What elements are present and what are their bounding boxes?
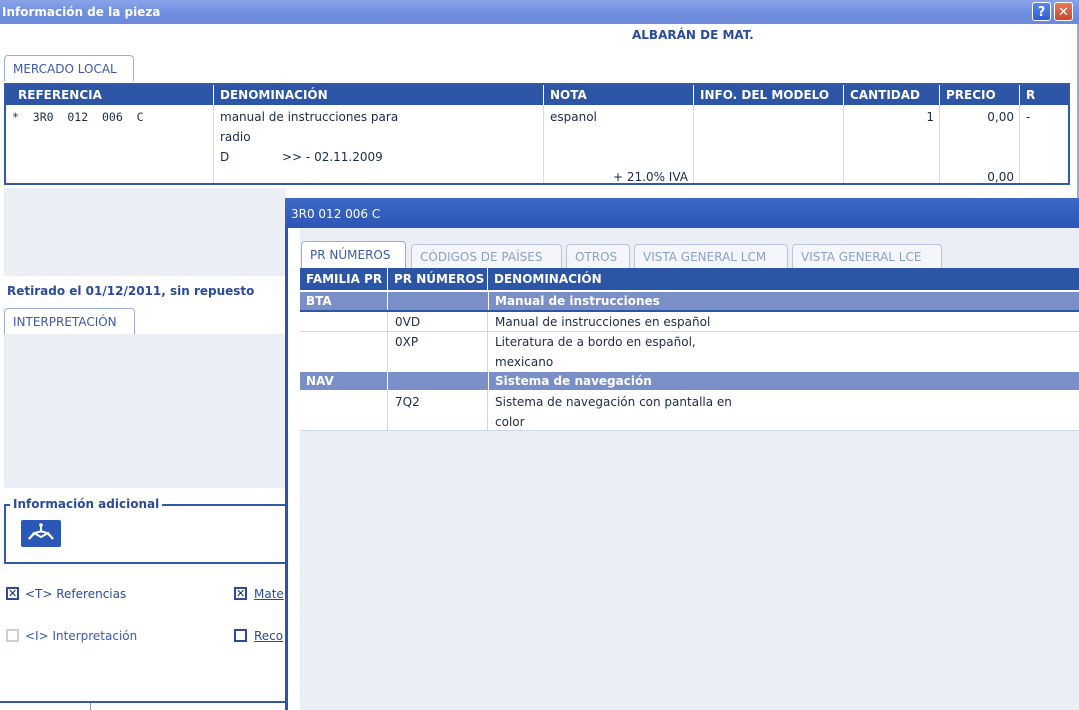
tab-interpretacion[interactable]: INTERPRETACIÓN (4, 308, 135, 334)
col-header-nota[interactable]: NOTA (544, 85, 694, 105)
group-divider (387, 292, 388, 310)
interpretacion-panel (4, 334, 286, 488)
part-denominacion-line2: radio (220, 130, 251, 144)
checkbox-interpretacion[interactable] (6, 629, 19, 642)
window-title: Información de la pieza (2, 5, 161, 19)
checkbox-interpretacion-label[interactable]: <I> Interpretación (25, 629, 137, 643)
col-header-referencia[interactable]: REFERENCIA (12, 85, 214, 105)
checkbox-recomendaciones-label[interactable]: Reco (254, 629, 283, 643)
iva-label: + 21.0% IVA (613, 170, 688, 184)
column-divider (693, 105, 694, 183)
column-divider (387, 390, 388, 431)
group-underline (300, 310, 1079, 312)
col-header-denominacion[interactable]: DENOMINACIÓN (214, 85, 544, 105)
pr-denominacion: Sistema de navegación con pantalla en (495, 395, 732, 409)
col-header-familia-pr[interactable]: FAMILIA PR (300, 268, 388, 290)
group-familia: BTA (306, 294, 332, 308)
part-nota: espanol (550, 110, 597, 124)
pr-denominacion-cont: color (495, 415, 525, 429)
group-divider (387, 372, 388, 390)
retired-status: Retirado el 01/12/2011, sin repuesto (7, 284, 255, 298)
col-header-r[interactable]: R (1020, 85, 1068, 105)
part-precio: 0,00 (987, 110, 1014, 124)
col-header-info-modelo[interactable]: INFO. DEL MODELO (694, 85, 844, 105)
column-divider (1019, 105, 1020, 183)
checkbox-recomendaciones[interactable] (234, 629, 247, 642)
tab-vista-general-lce[interactable]: VISTA GENERAL LCE (792, 244, 942, 268)
part-r: - (1026, 110, 1031, 124)
group-familia: NAV (306, 374, 334, 388)
pr-number[interactable]: 0XP (395, 335, 418, 349)
row-divider (300, 430, 1079, 431)
iva-precio: 0,00 (987, 170, 1014, 184)
col-header-precio[interactable]: PRECIO (940, 85, 1020, 105)
column-divider (387, 312, 388, 372)
column-divider (543, 105, 544, 183)
pr-denominacion: Manual de instrucciones en español (495, 315, 711, 329)
help-button[interactable]: ? (1032, 2, 1051, 21)
pr-denominacion: Literatura de a bordo en español, (495, 335, 696, 349)
pr-number[interactable]: 7Q2 (395, 395, 420, 409)
part-denominacion-line1: manual de instrucciones para (220, 110, 399, 124)
info-adicional-label: Información adicional (10, 497, 163, 511)
checkbox-referencias-label[interactable]: <T> Referencias (25, 587, 126, 601)
checkbox-referencias[interactable]: ✕ (6, 587, 19, 600)
bottom-divider-tick (90, 703, 91, 710)
close-button[interactable]: ✕ (1054, 2, 1073, 21)
header-left-pad (6, 85, 12, 105)
albaran-header: ALBARÁN DE MAT. (632, 28, 754, 42)
checkbox-materiales-label[interactable]: Mate (254, 587, 284, 601)
window-title-bar: Información de la pieza ? ✕ (0, 0, 1079, 24)
col-header-cantidad[interactable]: CANTIDAD (844, 85, 940, 105)
tab-codigos-paises[interactable]: CÓDIGOS DE PAÍSES (411, 244, 562, 268)
column-divider (487, 390, 488, 431)
pr-number[interactable]: 0VD (395, 315, 420, 329)
popup-title: 3R0 012 006 C (291, 207, 381, 221)
row-divider (300, 331, 1079, 332)
parts-table: REFERENCIA DENOMINACIÓN NOTA INFO. DEL M… (4, 83, 1070, 185)
col-header-denominacion[interactable]: DENOMINACIÓN (488, 268, 1079, 290)
tab-pr-numeros[interactable]: PR NÚMEROS (301, 241, 406, 269)
part-referencia[interactable]: * 3R0 012 006 C (12, 110, 144, 124)
detail-panel (4, 188, 286, 276)
tab-otros[interactable]: OTROS (566, 244, 630, 268)
popup-title-bar: 3R0 012 006 C (285, 198, 1079, 228)
checkbox-materiales[interactable]: ✕ (234, 587, 247, 600)
tab-mercado-local[interactable]: MERCADO LOCAL (4, 55, 134, 81)
part-denominacion-code: D (220, 150, 230, 164)
crown-logo-icon[interactable] (21, 520, 61, 547)
column-divider (213, 105, 214, 183)
bottom-divider (0, 701, 286, 703)
tab-vista-general-lcm[interactable]: VISTA GENERAL LCM (634, 244, 788, 268)
col-header-pr-numeros[interactable]: PR NÚMEROS (388, 268, 488, 290)
pr-denominacion-cont: mexicano (495, 355, 554, 369)
group-denominacion: Sistema de navegación (488, 372, 1079, 390)
part-denominacion-date: >> - 02.11.2009 (282, 150, 383, 164)
group-denominacion: Manual de instrucciones (488, 292, 1079, 310)
part-cantidad: 1 (926, 110, 934, 124)
column-divider (487, 312, 488, 372)
